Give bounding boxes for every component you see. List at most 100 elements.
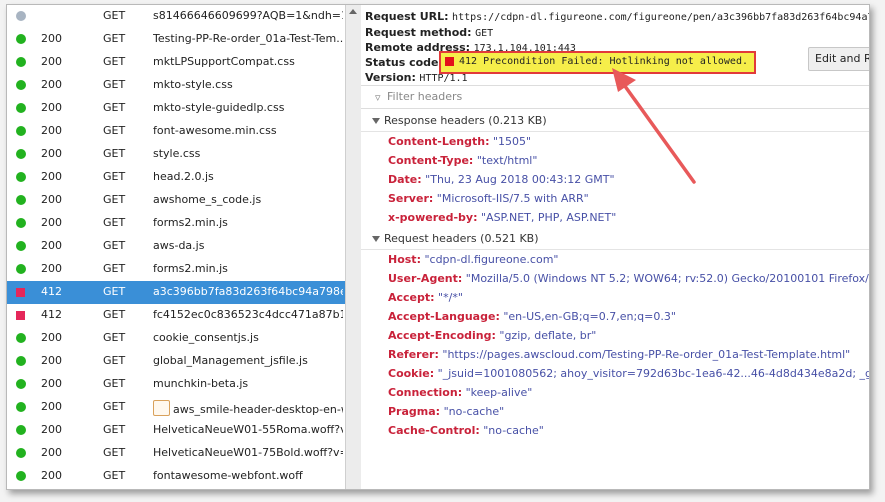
request-row[interactable]: 200 GET mkto-style.css <box>7 74 345 97</box>
header-row[interactable]: Content-Length: "1505" <box>388 135 531 148</box>
header-row[interactable]: Date: "Thu, 23 Aug 2018 00:43:12 GMT" <box>388 173 615 186</box>
header-name: Pragma: <box>388 405 441 418</box>
header-name: Host: <box>388 253 421 266</box>
request-file: global_Management_jsfile.js <box>153 354 343 367</box>
request-status: 200 <box>41 400 62 413</box>
header-name: Content-Length: <box>388 135 490 148</box>
status-dot-icon <box>16 356 26 366</box>
request-file: fc4152ec0c836523c4dcc471a87b13... <box>153 308 343 321</box>
filter-headers-field[interactable]: ▿ Filter headers <box>361 85 869 109</box>
status-dot-icon <box>16 80 26 90</box>
header-row[interactable]: Accept: "*/*" <box>388 291 463 304</box>
status-error-icon <box>445 57 454 66</box>
request-list: GET s81466646609699?AQB=1&ndh=1&... 200 GET… <box>7 5 345 489</box>
scroll-up-icon[interactable] <box>349 9 357 14</box>
request-row[interactable]: 200 GET mkto-style-guidedlp.css <box>7 97 345 120</box>
status-code-line: Status code: <box>365 56 443 69</box>
request-row[interactable]: 200 GET style.css <box>7 143 345 166</box>
request-file: a3c396bb7fa83d263f64bc94a798e2... <box>153 285 343 298</box>
header-name: Content-Type: <box>388 154 474 167</box>
request-file: mkto-style-guidedlp.css <box>153 101 343 114</box>
header-row[interactable]: Referer: "https://pages.awscloud.com/Tes… <box>388 348 850 361</box>
request-row[interactable]: 200 GET cookie_consentjs.js <box>7 327 345 350</box>
request-row[interactable]: 200 GET awshome_s_code.js <box>7 189 345 212</box>
request-row[interactable]: 200 GET mktLPSupportCompat.css <box>7 51 345 74</box>
request-method: GET <box>103 308 126 321</box>
status-dot-icon <box>16 218 26 228</box>
request-file-name: munchkin-beta.js <box>153 377 249 390</box>
header-row[interactable]: Accept-Encoding: "gzip, deflate, br" <box>388 329 596 342</box>
response-headers-section[interactable]: Response headers (0.213 KB) <box>361 111 869 132</box>
header-row[interactable]: Host: "cdpn-dl.figureone.com" <box>388 253 558 266</box>
header-value: "cdpn-dl.figureone.com" <box>424 253 559 266</box>
request-method: GET <box>103 377 126 390</box>
request-status: 412 <box>41 308 62 321</box>
request-status: 412 <box>41 285 62 298</box>
request-method: GET <box>103 400 126 413</box>
request-method: GET <box>103 239 126 252</box>
request-row[interactable]: GET s81466646609699?AQB=1&ndh=1&... <box>7 5 345 28</box>
request-row[interactable]: 200 GET forms2.min.js <box>7 258 345 281</box>
request-row[interactable]: 200 GET aws_smile-header-desktop-en-w... <box>7 396 345 419</box>
collapse-triangle-icon[interactable] <box>372 118 380 124</box>
request-row[interactable]: 200 GET HelveticaNeueW01-75Bold.woff?v=... <box>7 442 345 465</box>
request-file-name: mktLPSupportCompat.css <box>153 55 295 68</box>
request-file-name: HelveticaNeueW01-55Roma.woff?v... <box>153 423 343 436</box>
request-file: fontawesome-webfont.woff <box>153 469 343 482</box>
status-dot-icon <box>16 149 26 159</box>
request-method: GET <box>103 331 126 344</box>
request-url-value[interactable]: https://cdpn-dl.figureone.com/figureone/… <box>452 12 869 23</box>
request-row[interactable]: 200 GET head.2.0.js <box>7 166 345 189</box>
request-status: 200 <box>41 423 62 436</box>
request-status: 200 <box>41 216 62 229</box>
request-row[interactable]: 200 GET forms2.min.js <box>7 212 345 235</box>
request-method-label: Request method: <box>365 26 472 39</box>
header-row[interactable]: Cookie: "_jsuid=1001080562; ahoy_visitor… <box>388 367 869 380</box>
header-row[interactable]: Content-Type: "text/html" <box>388 154 537 167</box>
request-status: 200 <box>41 239 62 252</box>
request-row[interactable]: 200 GET fontawesome-webfont.woff <box>7 465 345 488</box>
status-dot-icon <box>16 195 26 205</box>
request-file-name: aws_smile-header-desktop-en-w... <box>173 403 343 416</box>
request-file-name: aws-da.js <box>153 239 205 252</box>
request-file-name: mkto-style-guidedlp.css <box>153 101 285 114</box>
request-row[interactable]: 200 GET global_Management_jsfile.js <box>7 350 345 373</box>
request-method: GET <box>103 78 126 91</box>
status-code-label: Status code: <box>365 56 443 69</box>
request-list-scrollbar[interactable] <box>345 5 362 489</box>
request-row[interactable]: 200 GET Testing-PP-Re-order_01a-Test-Tem..… <box>7 28 345 51</box>
request-file-name: cookie_consentjs.js <box>153 331 259 344</box>
request-row[interactable]: 200 GET munchkin-beta.js <box>7 373 345 396</box>
request-details-pane: Request URL: https://cdpn-dl.figureone.c… <box>361 5 869 489</box>
request-file-name: s81466646609699?AQB=1&ndh=1&... <box>153 9 343 22</box>
version-label: Version: <box>365 71 416 84</box>
collapse-triangle-icon[interactable] <box>372 236 380 242</box>
header-row[interactable]: x-powered-by: "ASP.NET, PHP, ASP.NET" <box>388 211 616 224</box>
header-row[interactable]: Connection: "keep-alive" <box>388 386 532 399</box>
request-status: 200 <box>41 170 62 183</box>
request-row[interactable]: 412 GET fc4152ec0c836523c4dcc471a87b13... <box>7 304 345 327</box>
request-file: mktLPSupportCompat.css <box>153 55 343 68</box>
request-file: HelveticaNeueW01-75Bold.woff?v=... <box>153 446 343 459</box>
request-status: 200 <box>41 331 62 344</box>
header-row[interactable]: Accept-Language: "en-US,en-GB;q=0.7,en;q… <box>388 310 676 323</box>
request-row[interactable]: 200 GET aws-da.js <box>7 235 345 258</box>
header-name: Accept-Language: <box>388 310 500 323</box>
header-row[interactable]: Server: "Microsoft-IIS/7.5 with ARR" <box>388 192 589 205</box>
header-row[interactable]: Pragma: "no-cache" <box>388 405 504 418</box>
request-row[interactable]: 200 GET HelveticaNeueW01-55Roma.woff?v... <box>7 419 345 442</box>
request-row[interactable]: 412 GET a3c396bb7fa83d263f64bc94a798e2... <box>7 281 345 304</box>
request-file: cookie_consentjs.js <box>153 331 343 344</box>
request-method: GET <box>103 193 126 206</box>
header-value: "Thu, 23 Aug 2018 00:43:12 GMT" <box>425 173 615 186</box>
header-row[interactable]: Cache-Control: "no-cache" <box>388 424 544 437</box>
request-file-name: fc4152ec0c836523c4dcc471a87b13... <box>153 308 343 321</box>
request-headers-section[interactable]: Request headers (0.521 KB) <box>361 229 869 250</box>
request-row[interactable]: 200 GET font-awesome.min.css <box>7 120 345 143</box>
edit-and-resend-button[interactable]: Edit and Rese <box>808 47 869 71</box>
request-file: forms2.min.js <box>153 216 343 229</box>
header-name: Server: <box>388 192 434 205</box>
header-row[interactable]: User-Agent: "Mozilla/5.0 (Windows NT 5.2… <box>388 272 869 285</box>
response-headers-title: Response headers (0.213 KB) <box>384 114 547 127</box>
request-method: GET <box>103 446 126 459</box>
